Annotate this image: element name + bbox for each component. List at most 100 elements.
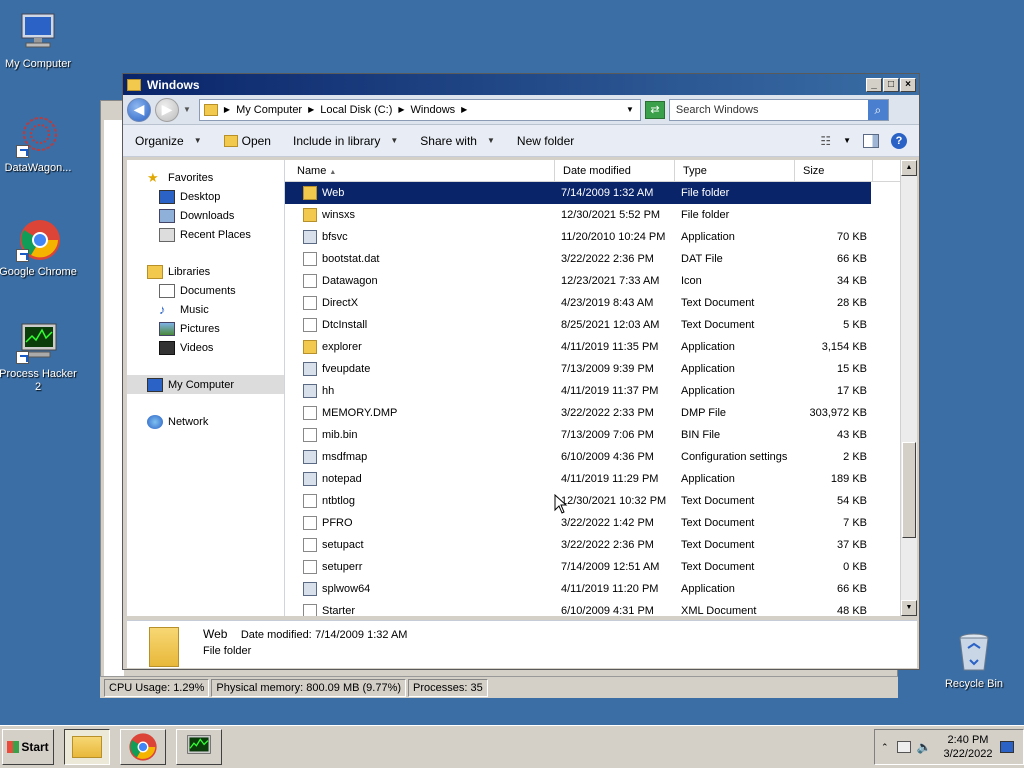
forward-button[interactable]: ▶ (155, 97, 179, 122)
column-header-name[interactable]: Name ▲ (285, 160, 555, 181)
start-button[interactable]: Start (2, 729, 54, 765)
address-bar[interactable]: ▶ My Computer ▶ Local Disk (C:) ▶ Window… (198, 98, 641, 121)
videos-icon (159, 340, 175, 355)
libraries-icon (147, 264, 163, 279)
volume-icon[interactable]: 🔈 (917, 740, 932, 754)
file-name-cell: mib.bin (285, 428, 555, 442)
desktop-icon-process-hacker[interactable]: Process Hacker 2 (0, 320, 78, 394)
chevron-right-icon[interactable]: ▶ (461, 105, 467, 114)
taskbar-chrome-button[interactable] (120, 729, 166, 765)
title-bar[interactable]: Windows _ □ × (123, 74, 919, 95)
desktop-icon-datawagon[interactable]: DataWagon... (0, 114, 78, 175)
minimize-button[interactable]: _ (866, 77, 882, 92)
process-hacker-icon (16, 320, 60, 364)
maximize-button[interactable]: □ (883, 77, 899, 92)
file-list: Web 7/14/2009 1:32 AM File folder winsxs 12/… (285, 182, 917, 616)
breadcrumb-my-computer[interactable]: My Computer (236, 104, 302, 116)
file-name: fveupdate (322, 363, 371, 375)
nav-libraries[interactable]: Libraries (127, 262, 284, 281)
file-row[interactable]: winsxs 12/30/2021 5:52 PM File folder (285, 204, 917, 226)
file-size: 48 KB (837, 605, 867, 616)
nav-videos[interactable]: Videos (127, 338, 284, 357)
history-dropdown-icon[interactable]: ▼ (183, 105, 191, 114)
nav-documents[interactable]: Documents (127, 281, 284, 300)
breadcrumb-windows[interactable]: Windows (411, 104, 456, 116)
nav-favorites[interactable]: ★ Favorites (127, 168, 284, 187)
refresh-icon: ⇄ (650, 103, 660, 116)
show-desktop-icon[interactable] (1000, 741, 1015, 753)
taskbar-process-hacker-button[interactable] (176, 729, 222, 765)
file-row[interactable]: bootstat.dat 3/22/2022 2:36 PM DAT File 66 … (285, 248, 917, 270)
desktop-icon-recycle-bin[interactable]: Recycle Bin (934, 630, 1014, 691)
scroll-thumb[interactable] (902, 442, 916, 538)
file-row[interactable]: DirectX 4/23/2019 8:43 AM Text Document 28 … (285, 292, 917, 314)
file-row[interactable]: msdfmap 6/10/2009 4:36 PM Configuration se… (285, 446, 917, 468)
search-icon[interactable]: ⌕ (867, 99, 888, 120)
vertical-scrollbar[interactable]: ▲ ▼ (900, 160, 917, 616)
file-row[interactable]: mib.bin 7/13/2009 7:06 PM BIN File 43 KB (285, 424, 917, 446)
file-name: PFRO (322, 517, 353, 529)
nav-downloads[interactable]: Downloads (127, 206, 284, 225)
file-row[interactable]: DtcInstall 8/25/2021 12:03 AM Text Documen… (285, 314, 917, 336)
file-name-cell: PFRO (285, 516, 555, 530)
scroll-up-button[interactable]: ▲ (901, 160, 917, 176)
share-with-button[interactable]: Share with ▼ (420, 134, 495, 148)
file-row[interactable]: MEMORY.DMP 3/22/2022 2:33 PM DMP File 303,9… (285, 402, 917, 424)
show-hidden-icons-icon[interactable]: ⌃ (881, 742, 889, 753)
file-name-cell: notepad (285, 472, 555, 486)
file-row[interactable]: fveupdate 7/13/2009 9:39 PM Application 15 … (285, 358, 917, 380)
details-modified-label: Date modified: (240, 629, 312, 641)
breadcrumb-local-disk[interactable]: Local Disk (C:) (320, 104, 392, 116)
column-header-size[interactable]: Size (795, 160, 873, 181)
chevron-right-icon[interactable]: ▶ (308, 105, 314, 114)
nav-desktop[interactable]: Desktop (127, 187, 284, 206)
file-row[interactable]: setupact 3/22/2022 2:36 PM Text Document 37… (285, 534, 917, 556)
explorer-window[interactable]: Windows _ □ × ◀ ▶ ▼ ▶ My Computer ▶ Loca… (122, 73, 920, 670)
file-row[interactable]: notepad 4/11/2019 11:29 PM Application 189 … (285, 468, 917, 490)
chevron-right-icon[interactable]: ▶ (398, 105, 404, 114)
nav-pictures[interactable]: Pictures (127, 319, 284, 338)
clock[interactable]: 2:40 PM 3/22/2022 (944, 733, 993, 761)
file-row[interactable]: splwow64 4/11/2019 11:20 PM Application 66 … (285, 578, 917, 600)
desktop-icon-google-chrome[interactable]: Google Chrome (0, 218, 78, 279)
nav-music[interactable]: ♪ Music (127, 300, 284, 319)
recent-places-icon (159, 227, 175, 242)
file-type: Icon (681, 275, 702, 287)
new-folder-button[interactable]: New folder (517, 134, 574, 148)
file-row[interactable]: Datawagon 12/23/2021 7:33 AM Icon 34 KB (285, 270, 917, 292)
file-date: 12/30/2021 10:32 PM (561, 495, 667, 507)
help-button[interactable]: ? (891, 132, 907, 149)
file-row[interactable]: bfsvc 11/20/2010 10:24 PM Application 70 KB (285, 226, 917, 248)
open-button[interactable]: Open (223, 134, 271, 148)
file-row[interactable]: hh 4/11/2019 11:37 PM Application 17 KB (285, 380, 917, 402)
column-header-date[interactable]: Date modified (555, 160, 675, 181)
refresh-button[interactable]: ⇄ (644, 100, 665, 119)
network-tray-icon[interactable] (896, 741, 911, 753)
file-row[interactable]: explorer 4/11/2019 11:35 PM Application 3,1… (285, 336, 917, 358)
taskbar-explorer-button[interactable] (64, 729, 110, 765)
close-button[interactable]: × (900, 77, 916, 92)
address-dropdown-icon[interactable]: ▼ (626, 105, 634, 114)
file-row[interactable]: Web 7/14/2009 1:32 AM File folder (285, 182, 871, 204)
chevron-down-icon[interactable]: ▼ (843, 136, 851, 145)
nav-network[interactable]: Network (127, 412, 284, 431)
file-type: File folder (681, 209, 730, 221)
nav-recent-places[interactable]: Recent Places (127, 225, 284, 244)
file-row[interactable]: setuperr 7/14/2009 12:51 AM Text Document 0… (285, 556, 917, 578)
file-row[interactable]: Starter 6/10/2009 4:31 PM XML Document 48 K… (285, 600, 917, 616)
search-input[interactable]: Search Windows ⌕ (668, 98, 889, 121)
include-in-library-button[interactable]: Include in library ▼ (293, 134, 398, 148)
back-button[interactable]: ◀ (127, 97, 151, 122)
organize-button[interactable]: Organize ▼ (135, 134, 202, 148)
file-icon (303, 252, 317, 266)
desktop-icon-my-computer[interactable]: My Computer (0, 10, 78, 71)
column-header-type[interactable]: Type (675, 160, 795, 181)
preview-pane-icon[interactable] (863, 133, 879, 148)
file-row[interactable]: ntbtlog 12/30/2021 10:32 PM Text Document 5… (285, 490, 917, 512)
file-name: ntbtlog (322, 495, 356, 507)
view-options-icon[interactable]: ☷ (820, 134, 831, 148)
file-row[interactable]: PFRO 3/22/2022 1:42 PM Text Document 7 KB (285, 512, 917, 534)
music-icon: ♪ (159, 301, 166, 317)
scroll-down-button[interactable]: ▼ (901, 600, 917, 616)
nav-my-computer[interactable]: My Computer (127, 375, 284, 394)
